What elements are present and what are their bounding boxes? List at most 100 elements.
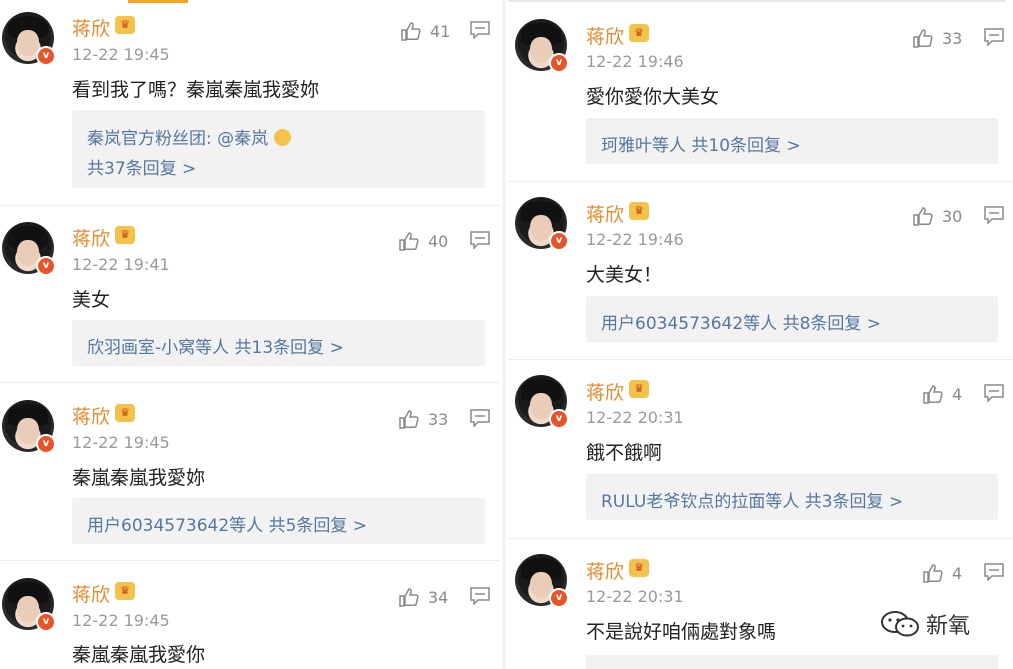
like-count: 41 xyxy=(430,21,451,41)
reply-preview[interactable]: 用户6034573642等人 共5条回复 > xyxy=(72,498,485,544)
column-divider xyxy=(502,0,506,669)
timestamp: 12-22 19:45 xyxy=(72,433,170,452)
comment-item: v 蒋欣 ♛ 12-22 19:46 33 愛你愛你大美女 珂雅叶等人 共10条… xyxy=(508,6,1013,182)
vip-crown-icon: ♛ xyxy=(629,202,649,220)
verified-badge-icon: v xyxy=(549,231,569,251)
vip-crown-icon: ♛ xyxy=(115,16,135,34)
username[interactable]: 蒋欣 xyxy=(72,14,110,41)
like-button[interactable]: 40 xyxy=(398,231,448,251)
vip-crown-icon: ♛ xyxy=(115,404,135,422)
avatar[interactable]: v xyxy=(515,197,569,251)
timestamp: 12-22 19:41 xyxy=(72,255,170,274)
watermark: 新氧 xyxy=(880,608,970,640)
username[interactable]: 蒋欣 xyxy=(586,378,624,405)
thumbs-up-icon xyxy=(399,232,419,251)
like-button[interactable]: 4 xyxy=(922,384,962,404)
reply-preview-line[interactable]: 秦岚官方粉丝团: @秦岚 xyxy=(87,129,268,149)
username[interactable]: 蒋欣 xyxy=(72,580,110,607)
avatar[interactable]: v xyxy=(2,578,56,632)
reply-preview[interactable]: 欣羽画室-小窝等人 共13条回复 > xyxy=(72,320,485,366)
comment-item: v 蒋欣 ♛ 12-22 19:45 34 秦嵐秦嵐我愛你 xyxy=(0,566,500,669)
comment-text: 美女 xyxy=(72,289,111,311)
view-replies-link[interactable]: 珂雅叶等人 共10条回复 > xyxy=(601,131,801,156)
vip-crown-icon: ♛ xyxy=(629,24,649,42)
like-button[interactable]: 34 xyxy=(398,587,448,607)
top-divider xyxy=(508,0,1005,2)
like-button[interactable]: 41 xyxy=(400,21,450,41)
emoji-icon xyxy=(274,129,292,146)
comment-item: v 蒋欣 ♛ 12-22 20:31 4 餓不餓啊 RULU老爷钦点的拉面等人 … xyxy=(508,362,1013,539)
reply-button[interactable] xyxy=(470,409,490,431)
reply-button[interactable] xyxy=(470,231,490,253)
verified-badge-icon: v xyxy=(36,612,56,632)
reply-button[interactable] xyxy=(984,206,1004,228)
avatar[interactable]: v xyxy=(515,554,569,608)
timestamp: 12-22 19:45 xyxy=(72,45,170,64)
comment-icon xyxy=(984,28,1004,47)
timestamp: 12-22 19:45 xyxy=(72,611,170,630)
reply-button[interactable] xyxy=(470,21,490,43)
like-button[interactable]: 4 xyxy=(922,563,962,583)
avatar[interactable]: v xyxy=(2,12,56,66)
divider xyxy=(508,181,1013,182)
reply-preview[interactable]: 用户6034573642等人 共8条回复 > xyxy=(586,296,998,342)
timestamp: 12-22 19:46 xyxy=(586,230,684,249)
reply-preview[interactable]: 珂雅叶等人 共10条回复 > xyxy=(586,118,998,164)
like-count: 40 xyxy=(428,231,449,251)
view-replies-link[interactable]: RULU老爷钦点的拉面等人 共3条回复 > xyxy=(601,487,903,512)
divider xyxy=(0,382,500,383)
like-count: 34 xyxy=(428,587,449,607)
comment-item: v 蒋欣 ♛ 12-22 19:45 33 秦嵐秦嵐我愛妳 用户60345736… xyxy=(0,388,500,561)
reply-button[interactable] xyxy=(984,563,1004,585)
avatar[interactable]: v xyxy=(2,222,56,276)
thumbs-up-icon xyxy=(913,29,933,48)
like-button[interactable]: 30 xyxy=(912,206,962,226)
username[interactable]: 蒋欣 xyxy=(586,22,624,49)
like-count: 4 xyxy=(952,384,963,404)
left-comment-column: v 蒋欣 ♛ 12-22 19:45 41 看到我了嗎？秦嵐秦嵐我愛妳 秦岚官方… xyxy=(0,0,500,669)
vip-crown-icon: ♛ xyxy=(115,582,135,600)
reply-button[interactable] xyxy=(984,28,1004,50)
thumbs-up-icon xyxy=(913,207,933,226)
view-replies-link[interactable]: 欣羽画室-小窝等人 共13条回复 > xyxy=(87,333,344,358)
reply-button[interactable] xyxy=(984,384,1004,406)
like-count: 33 xyxy=(942,28,963,48)
thumbs-up-icon xyxy=(923,564,943,583)
reply-button[interactable] xyxy=(470,587,490,609)
avatar[interactable]: v xyxy=(515,375,569,429)
comment-icon xyxy=(470,409,490,428)
like-button[interactable]: 33 xyxy=(912,28,962,48)
verified-badge-icon: v xyxy=(36,434,56,454)
verified-badge-icon: v xyxy=(549,409,569,429)
thumbs-up-icon xyxy=(399,588,419,607)
comment-text: 愛你愛你大美女 xyxy=(586,86,720,108)
thumbs-up-icon xyxy=(923,385,943,404)
reply-preview[interactable]: RULU老爷钦点的拉面等人 共3条回复 > xyxy=(586,474,998,520)
view-replies-link[interactable]: 共37条回复 > xyxy=(87,154,196,179)
divider xyxy=(0,205,500,206)
watermark-text: 新氧 xyxy=(926,614,971,639)
username[interactable]: 蒋欣 xyxy=(72,402,110,429)
verified-badge-icon: v xyxy=(549,588,569,608)
reply-preview[interactable]: 秦岚官方粉丝团: @秦岚 共37条回复 > xyxy=(72,110,485,188)
like-button[interactable]: 33 xyxy=(398,409,448,429)
username[interactable]: 蒋欣 xyxy=(586,200,624,227)
verified-badge-icon: v xyxy=(549,53,569,73)
reply-preview-partial[interactable] xyxy=(586,655,998,669)
timestamp: 12-22 19:46 xyxy=(586,52,684,71)
avatar[interactable]: v xyxy=(2,400,56,454)
avatar[interactable]: v xyxy=(515,19,569,73)
vip-crown-icon: ♛ xyxy=(115,226,135,244)
view-replies-link[interactable]: 用户6034573642等人 共8条回复 > xyxy=(601,309,881,334)
divider xyxy=(508,538,1013,539)
username[interactable]: 蒋欣 xyxy=(72,224,110,251)
username[interactable]: 蒋欣 xyxy=(586,557,624,584)
comment-text: 看到我了嗎？秦嵐秦嵐我愛妳 xyxy=(72,79,320,101)
verified-badge-icon: v xyxy=(36,256,56,276)
comment-text: 餓不餓啊 xyxy=(586,442,663,464)
comment-text: 秦嵐秦嵐我愛你 xyxy=(72,644,206,666)
view-replies-link[interactable]: 用户6034573642等人 共5条回复 > xyxy=(87,511,367,536)
like-count: 4 xyxy=(952,563,963,583)
comment-text: 秦嵐秦嵐我愛妳 xyxy=(72,467,206,489)
comment-item: v 蒋欣 ♛ 12-22 19:45 41 看到我了嗎？秦嵐秦嵐我愛妳 秦岚官方… xyxy=(0,0,500,206)
